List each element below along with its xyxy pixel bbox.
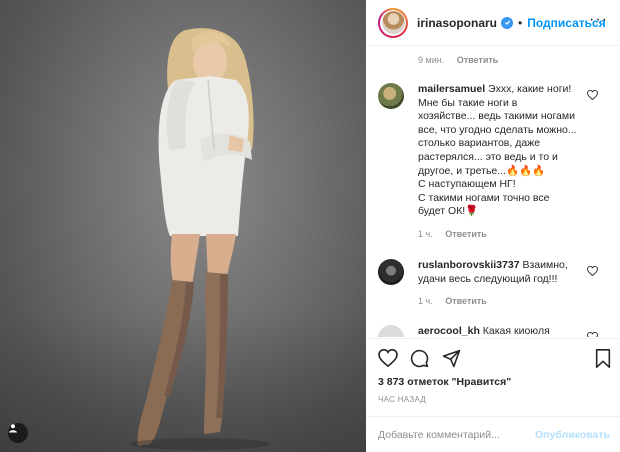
user-tag-icon[interactable]: [8, 423, 28, 443]
comment-item: ruslanborovskii3737 Взаимно, удачи весь …: [378, 259, 616, 306]
comment-input[interactable]: [378, 428, 536, 441]
comment-time: 1 ч.: [418, 228, 433, 239]
author-avatar[interactable]: [378, 7, 408, 38]
comment-reply-button[interactable]: Ответить: [445, 296, 487, 306]
likes-count[interactable]: 3 873 отметок "Нравится": [378, 376, 511, 388]
caption-time: 9 мин.: [418, 55, 445, 65]
add-comment-bar: Опубликовать: [366, 416, 620, 452]
comment-username[interactable]: mailersamuel: [418, 83, 485, 95]
verified-badge-icon: [501, 16, 514, 29]
heart-icon[interactable]: [378, 348, 398, 372]
comment-time: 1 ч.: [418, 296, 433, 307]
post-photo[interactable]: [0, 0, 366, 452]
action-bar: [366, 338, 620, 378]
publish-button[interactable]: Опубликовать: [535, 429, 610, 441]
send-icon[interactable]: [442, 349, 461, 373]
bookmark-icon[interactable]: [595, 349, 611, 373]
comment-like-icon[interactable]: [587, 87, 598, 105]
comment-meta: 1 ч. Ответить: [418, 296, 616, 306]
comment-username[interactable]: aerocool_kh: [418, 325, 480, 337]
comment-reply-button[interactable]: Ответить: [445, 229, 487, 239]
comment-like-icon[interactable]: [587, 263, 598, 281]
comment-item: aerocool_kh Какая киоюля: [378, 325, 616, 337]
post-sidebar: irinasoponaru • Подписаться ··· 9 мин. О…: [366, 0, 620, 452]
comment-username[interactable]: ruslanborovskii3737: [418, 259, 520, 271]
post-time-ago[interactable]: ЧАС НАЗАД: [378, 395, 426, 404]
commenter-avatar[interactable]: [378, 259, 404, 285]
commenter-avatar[interactable]: [378, 325, 404, 337]
caption-meta: 9 мин. Ответить: [418, 55, 508, 65]
comment-meta: 1 ч. Ответить: [418, 229, 616, 239]
commenter-avatar[interactable]: [378, 83, 404, 109]
comment-icon[interactable]: [410, 349, 429, 373]
comments-list[interactable]: 9 мин. Ответить mailersamuel Эххх, какие…: [366, 47, 620, 337]
more-options-icon[interactable]: ···: [589, 12, 608, 28]
post-header: irinasoponaru • Подписаться ···: [366, 0, 620, 46]
comment-like-icon[interactable]: [587, 329, 598, 337]
author-username[interactable]: irinasoponaru: [417, 16, 497, 30]
comment-text: ruslanborovskii3737 Взаимно, удачи весь …: [418, 259, 568, 285]
header-separator: •: [518, 15, 523, 30]
comment-item: mailersamuel Эххх, какие ноги! Мне бы та…: [378, 83, 616, 239]
comment-text: mailersamuel Эххх, какие ноги! Мне бы та…: [418, 83, 577, 218]
photo-figure: [130, 28, 270, 450]
caption-reply-button[interactable]: Ответить: [457, 55, 499, 65]
comment-text: aerocool_kh Какая киоюля: [418, 325, 550, 337]
